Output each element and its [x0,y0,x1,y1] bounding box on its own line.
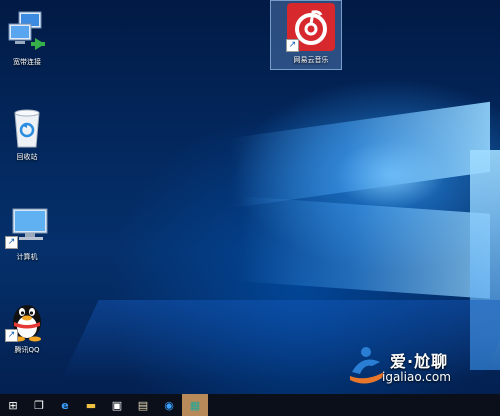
start-button[interactable]: ⊞ [0,394,26,416]
shortcut-arrow-icon: ↗ [286,39,299,52]
taskbar: ⊞ ❐ e ▬ ▣ ▤ ◉ ▦ [0,394,500,416]
watermark-url: igaliao.com [382,370,451,384]
shortcut-arrow-icon: ↗ [5,329,18,342]
icon-label: 腾讯QQ [14,346,40,354]
icon-label: 宽带连接 [13,58,41,66]
app-button-1[interactable]: ▤ [130,394,156,416]
task-view-button[interactable]: ❐ [26,394,52,416]
icon-label: 回收站 [16,153,38,161]
edge-browser-button[interactable]: e [52,394,78,416]
recycle-bin-icon [5,105,49,149]
shortcut-arrow-icon: ↗ [5,236,18,249]
icon-label: 网易云音乐 [293,56,329,64]
desktop[interactable]: 宽带连接 回收站 ↗ 计算机 ↗ 腾讯QQ ↗ 网易云音乐 爱·尬聊 igali… [0,0,500,416]
desktop-icon-computer[interactable]: ↗ 计算机 [0,205,62,262]
desktop-icon-broadband[interactable]: 宽带连接 [0,10,62,67]
app-button-3[interactable]: ▦ [182,394,208,416]
app-button-2[interactable]: ◉ [156,394,182,416]
desktop-icon-recycle-bin[interactable]: 回收站 [0,105,62,162]
wallpaper-light-beam [230,101,490,209]
qq-penguin-icon: ↗ [5,298,49,342]
watermark-title: 爱·尬聊 [390,352,449,371]
netease-music-icon: ↗ [286,2,336,52]
computer-monitor-icon: ↗ [5,205,49,249]
icon-label: 计算机 [16,253,38,261]
file-explorer-button[interactable]: ▬ [78,394,104,416]
desktop-icon-netease-music[interactable]: ↗ 网易云音乐 [270,0,346,70]
network-computers-icon [5,10,49,54]
site-watermark: 爱·尬聊 igaliao.com [342,342,500,390]
desktop-icon-qq[interactable]: ↗ 腾讯QQ [0,298,62,355]
wallpaper-light-beam [240,196,490,299]
store-button[interactable]: ▣ [104,394,130,416]
